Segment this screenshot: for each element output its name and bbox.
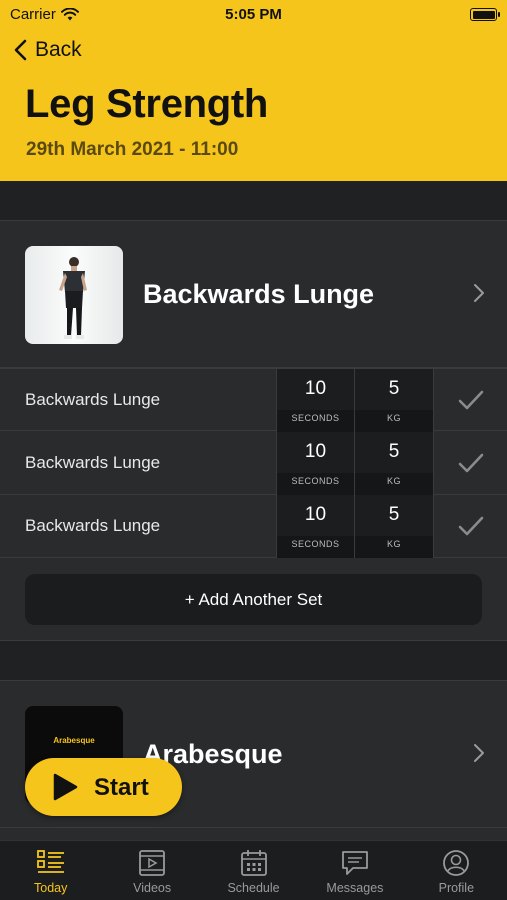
weight-field[interactable]: 5 KG: [354, 432, 433, 495]
play-icon: [53, 773, 78, 801]
start-label: Start: [94, 774, 149, 801]
message-icon: [342, 851, 368, 875]
weight-field[interactable]: 5 KG: [354, 495, 433, 558]
tab-label: Schedule: [227, 881, 280, 895]
checkmark-icon: [458, 390, 484, 410]
header: Carrier 5:05 PM Back Leg Strength 29th M…: [0, 0, 507, 181]
tab-videos[interactable]: Videos: [101, 841, 202, 900]
exercise-thumbnail: [25, 246, 123, 344]
section-divider: [0, 640, 507, 681]
workout-datetime: 29th March 2021 - 11:00: [26, 139, 239, 160]
tab-label: Messages: [326, 881, 384, 895]
tab-schedule[interactable]: Schedule: [203, 841, 304, 900]
duration-unit: SECONDS: [291, 476, 340, 486]
set-row: Backwards Lunge 10 SECONDS 5 KG: [0, 495, 507, 558]
add-set-button[interactable]: + Add Another Set: [25, 574, 482, 625]
tab-label: Profile: [438, 881, 475, 895]
calendar-icon: [240, 850, 267, 876]
weight-field[interactable]: 5 KG: [354, 369, 433, 432]
duration-unit: SECONDS: [291, 539, 340, 549]
complete-set-button[interactable]: [433, 369, 507, 432]
set-row: Backwards Lunge 10 SECONDS 5 KG: [0, 368, 507, 432]
list-icon: [36, 850, 64, 873]
chevron-right-icon: [474, 744, 484, 762]
checkmark-icon: [458, 453, 484, 473]
duration-field[interactable]: 10 SECONDS: [276, 369, 354, 432]
weight-unit: KG: [386, 476, 401, 486]
tab-messages[interactable]: Messages: [304, 841, 405, 900]
weight-value: 5: [388, 378, 400, 399]
video-icon: [139, 850, 166, 876]
weight-value: 5: [388, 441, 400, 462]
complete-set-button[interactable]: [433, 432, 507, 495]
start-button[interactable]: Start: [25, 758, 182, 816]
set-name: Backwards Lunge: [25, 390, 161, 409]
duration-field[interactable]: 10 SECONDS: [276, 432, 354, 495]
status-bar: Carrier 5:05 PM: [0, 0, 507, 30]
weight-unit: KG: [386, 413, 401, 423]
weight-unit: KG: [386, 539, 401, 549]
duration-field[interactable]: 10 SECONDS: [276, 495, 354, 558]
complete-set-button[interactable]: [433, 495, 507, 558]
chevron-right-icon: [474, 284, 484, 302]
duration-value: 10: [304, 504, 327, 525]
checkmark-icon: [458, 516, 484, 536]
set-row: Backwards Lunge 10 SECONDS 5 KG: [0, 432, 507, 495]
battery-icon: [470, 8, 500, 21]
set-name: Backwards Lunge: [25, 453, 161, 472]
tab-label: Videos: [133, 881, 172, 895]
tab-label: Today: [34, 881, 68, 895]
tab-bar: Today Videos Schedule Messages Profile: [0, 840, 507, 900]
duration-value: 10: [304, 378, 327, 399]
profile-icon: [443, 850, 470, 876]
tab-profile[interactable]: Profile: [406, 841, 507, 900]
duration-value: 10: [304, 441, 327, 462]
thumbnail-caption: Arabesque: [53, 736, 95, 745]
chevron-left-icon: [14, 39, 27, 61]
athlete-image: [59, 257, 87, 339]
back-label: Back: [35, 38, 82, 61]
weight-value: 5: [388, 504, 400, 525]
page-title: Leg Strength: [25, 82, 269, 126]
tab-today[interactable]: Today: [0, 841, 101, 900]
duration-unit: SECONDS: [291, 413, 340, 423]
exercise-card[interactable]: Backwards Lunge: [0, 221, 507, 368]
section-divider: [0, 181, 507, 221]
back-button[interactable]: Back: [14, 38, 82, 62]
status-time: 5:05 PM: [225, 6, 282, 23]
exercise-title: Backwards Lunge: [143, 279, 375, 309]
set-name: Backwards Lunge: [25, 516, 161, 535]
